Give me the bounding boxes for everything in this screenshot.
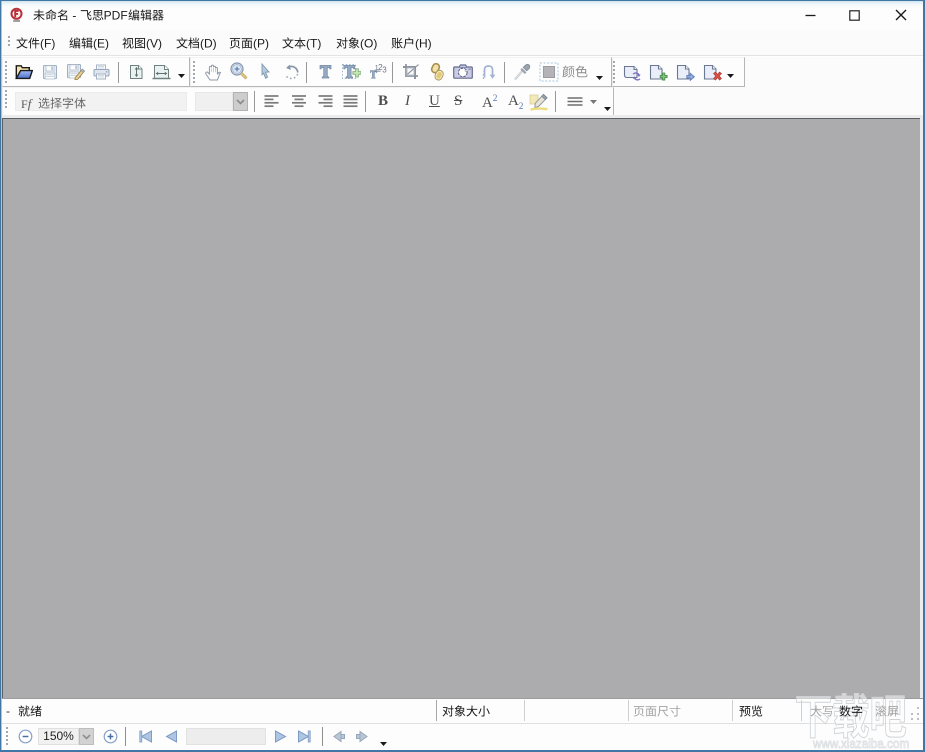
svg-text:3: 3 [382, 66, 387, 75]
